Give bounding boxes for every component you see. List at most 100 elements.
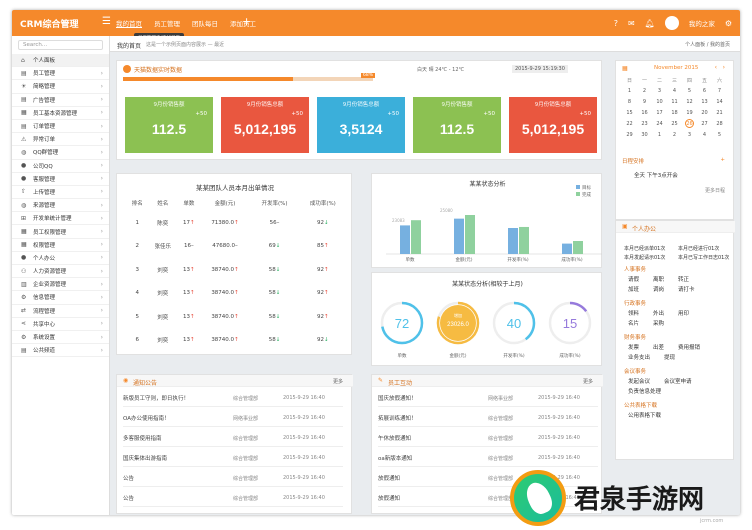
notice-more-link[interactable]: 更多 [333, 378, 343, 385]
office-link[interactable]: 用印 [678, 309, 689, 317]
topnav-team[interactable]: 团队每日 [192, 18, 218, 28]
office-link[interactable]: 公用表格下载 [628, 411, 661, 419]
schedule-item[interactable]: 全天 下午3点开会 [634, 171, 678, 179]
bar[interactable] [562, 243, 572, 254]
topnav-staff[interactable]: 员工管理 [154, 18, 180, 28]
gear-icon[interactable]: ⚙ [725, 19, 732, 28]
calendar-day[interactable]: 24 [652, 118, 667, 129]
calendar-next-icon[interactable]: › [723, 64, 725, 71]
calendar-day[interactable]: 4 [697, 129, 712, 140]
list-item[interactable]: 午休放假通知 综合管理部 2015-9-29 16:40 [378, 430, 598, 447]
office-link[interactable]: 采购 [653, 319, 664, 327]
list-item[interactable]: 公告 综合管理部 2015-9-29 16:40 [123, 490, 343, 507]
stat-card[interactable]: 9月份销售总额 +50 5,012,195 [221, 97, 309, 153]
calendar-day[interactable]: 3 [652, 85, 667, 96]
calendar-day[interactable]: 19 [682, 107, 697, 118]
list-item[interactable]: 公告 综合管理部 2015-9-29 16:40 [123, 470, 343, 487]
office-link[interactable]: 请假 [628, 275, 639, 283]
calendar-day[interactable]: 21 [712, 107, 727, 118]
avatar[interactable] [664, 16, 679, 30]
calendar-day[interactable]: 5 [712, 129, 727, 140]
list-item-title[interactable]: 多客服使用指南 [123, 434, 233, 442]
calendar-prev-icon[interactable]: ‹ [715, 64, 717, 71]
sidebar-item[interactable]: ⌂ 个人面板 [12, 54, 109, 68]
list-item-title[interactable]: 国庆集体出游指南 [123, 454, 233, 462]
sidebar-item[interactable]: ⇧ 上传管理 › [12, 186, 109, 200]
table-row[interactable]: 2 张佳乐 16– 47680.0– 69↓ 85↑ [127, 235, 347, 259]
app-logo[interactable]: CRM综合管理 [20, 17, 79, 30]
breadcrumb-path[interactable]: 个人面板 / 我的首页 [685, 41, 730, 48]
calendar-day[interactable]: 30 [637, 129, 652, 140]
calendar-day[interactable]: 23 [637, 118, 652, 129]
bar[interactable] [400, 225, 410, 254]
calendar-day[interactable]: 8 [622, 96, 637, 107]
sidebar-item[interactable]: ● 客服管理 › [12, 173, 109, 186]
sidebar-item[interactable]: ▤ 广告管理 › [12, 94, 109, 107]
list-item-title[interactable]: 新版员工守则，即日执行！ [123, 394, 233, 402]
sidebar-item[interactable]: ⋖ 共享中心 › [12, 318, 109, 331]
calendar-day[interactable]: 28 [712, 118, 727, 129]
activity-more-link[interactable]: 更多 [583, 378, 593, 385]
office-link[interactable]: 名片 [628, 319, 639, 327]
list-item[interactable]: 多客服使用指南 综合管理部 2015-9-29 16:40 [123, 430, 343, 447]
office-link[interactable]: 发票 [628, 343, 639, 351]
bar[interactable] [508, 228, 518, 254]
stat-card[interactable]: 9月份销售总额 +50 3,5124 [317, 97, 405, 153]
list-item-title[interactable]: OA办公使用指南！ [123, 414, 233, 422]
list-item-title[interactable]: 公告 [123, 474, 233, 482]
calendar-day[interactable]: 1 [652, 129, 667, 140]
office-link[interactable]: 会议室申请 [664, 377, 692, 385]
table-row[interactable]: 5 刘奕 13↑ 38740.0↑ 58↓ 92↑ [127, 305, 347, 329]
bar[interactable] [519, 226, 529, 254]
bar[interactable] [411, 220, 421, 254]
stat-card[interactable]: 9月份销售额 +50 112.5 [125, 97, 213, 153]
sidebar-item[interactable]: ⚇ 人力资源管理 › [12, 265, 109, 279]
sidebar-item[interactable]: ● 公司QQ › [12, 160, 109, 173]
list-item[interactable]: 国庆集体出游指南 综合管理部 2015-9-29 16:40 [123, 450, 343, 467]
stat-card[interactable]: 9月份销售额 +50 112.5 [413, 97, 501, 153]
office-link[interactable]: 加班 [628, 285, 639, 293]
list-item-title[interactable]: 拓展训练通知！ [378, 414, 488, 422]
calendar-day[interactable]: 16 [637, 107, 652, 118]
hamburger-icon[interactable]: ☰ [102, 16, 111, 27]
office-link[interactable]: 出差 [653, 343, 664, 351]
list-item[interactable]: 新版员工守则，即日执行！ 综合管理部 2015-9-29 16:40 [123, 390, 343, 407]
add-tab-icon[interactable]: + [242, 15, 251, 28]
sidebar-item[interactable]: ◍ QQ群管理 › [12, 146, 109, 160]
sidebar-item[interactable]: ▤ 公共频道 › [12, 344, 109, 358]
sidebar-item[interactable]: ▤ 订单管理 › [12, 120, 109, 134]
sidebar-item[interactable]: ● 个人办公 › [12, 252, 109, 265]
sidebar-item[interactable]: ⚙ 信息管理 › [12, 291, 109, 305]
office-link[interactable]: 转正 [678, 275, 689, 283]
office-link[interactable]: 负责信息处理 [628, 387, 661, 395]
office-link[interactable]: 费用报销 [678, 343, 700, 351]
table-row[interactable]: 1 陈奕 17↑ 71380.0↑ 56– 92↓ [127, 211, 347, 235]
calendar-day[interactable]: 15 [622, 107, 637, 118]
sidebar-item[interactable]: ▤ 员工管理 › [12, 67, 109, 81]
bar[interactable] [454, 218, 464, 254]
sidebar-item[interactable]: ☀ 简略管理 › [12, 80, 109, 94]
calendar-day[interactable]: 9 [637, 96, 652, 107]
office-link[interactable]: 业务支出 [628, 353, 650, 361]
search-input[interactable]: Search... [18, 40, 103, 50]
calendar-day[interactable]: 26 [682, 118, 697, 129]
list-item[interactable]: 国庆放假通知！ 网络事业部 2015-9-29 16:40 [378, 390, 598, 407]
calendar-day[interactable]: 12 [682, 96, 697, 107]
office-link[interactable]: 离职 [653, 275, 664, 283]
sidebar-item[interactable]: ▥ 企业资源管理 › [12, 278, 109, 292]
calendar-day[interactable]: 22 [622, 118, 637, 129]
table-row[interactable]: 4 刘奕 13↑ 38740.0↑ 58↓ 92↑ [127, 282, 347, 306]
calendar-day[interactable]: 29 [622, 129, 637, 140]
office-link[interactable]: 调岗 [653, 285, 664, 293]
office-link[interactable]: 发起会议 [628, 377, 650, 385]
list-item-title[interactable]: 公告 [123, 494, 233, 502]
calendar-day[interactable]: 7 [712, 85, 727, 96]
list-item-title[interactable]: 国庆放假通知！ [378, 394, 488, 402]
list-item-title[interactable]: oa新版本通知 [378, 454, 488, 462]
topnav-home[interactable]: 我的首页 [116, 18, 142, 28]
list-item[interactable]: 拓展训练通知！ 综合管理部 2015-9-29 16:40 [378, 410, 598, 427]
calendar-day[interactable]: 17 [652, 107, 667, 118]
stat-card[interactable]: 9月份销售总额 +50 5,012,195 [509, 97, 597, 153]
calendar-day[interactable]: 10 [652, 96, 667, 107]
office-link[interactable]: 提现 [664, 353, 675, 361]
